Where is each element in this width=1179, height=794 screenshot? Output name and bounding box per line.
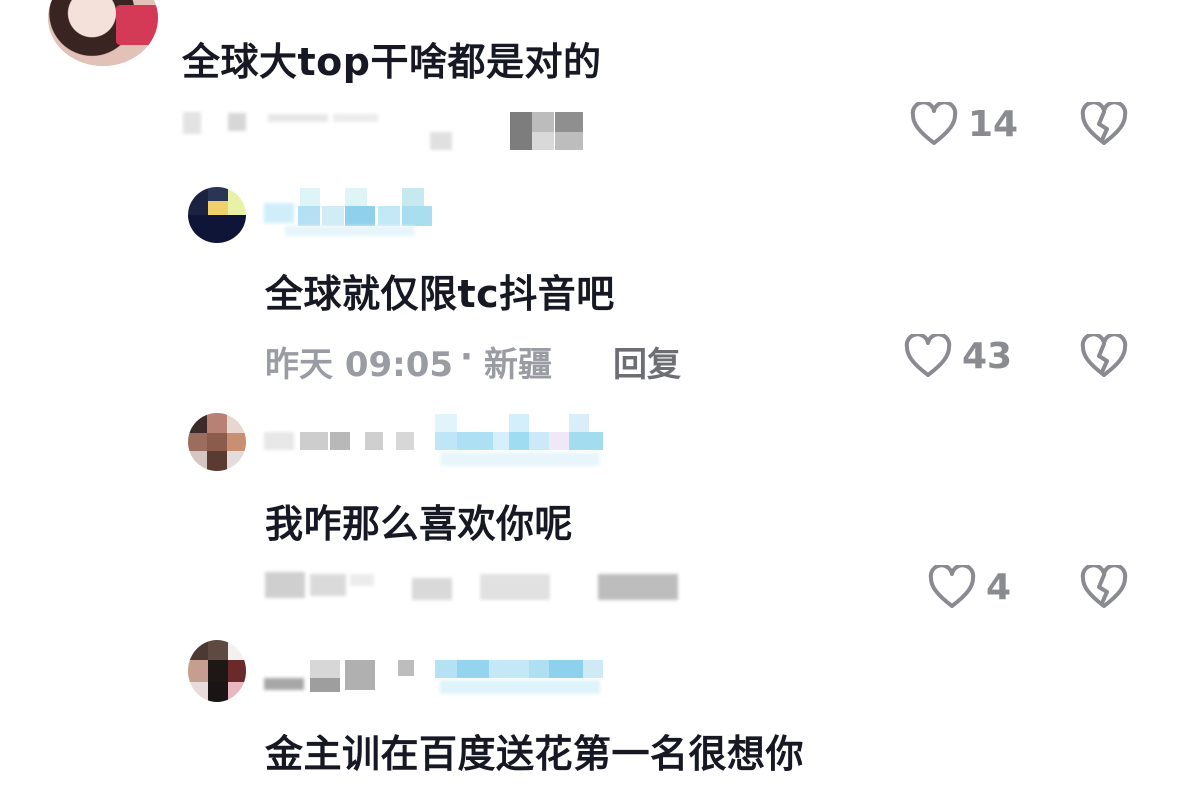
- broken-heart-icon: [1080, 102, 1128, 145]
- avatar[interactable]: [188, 640, 246, 702]
- comment-location: 新疆: [484, 345, 552, 385]
- avatar[interactable]: [48, 0, 158, 66]
- like-count: 14: [968, 103, 1019, 145]
- like-count: 4: [986, 566, 1012, 608]
- like-button[interactable]: 4: [928, 565, 1011, 609]
- dislike-button[interactable]: [1080, 334, 1128, 378]
- avatar[interactable]: [188, 413, 246, 471]
- comment-text: 全球就仅限tc抖音吧: [265, 272, 615, 316]
- broken-heart-icon: [1080, 334, 1128, 377]
- broken-heart-icon: [1080, 565, 1128, 608]
- meta-separator: ·: [460, 337, 473, 377]
- comment-time: 昨天 09:05: [265, 345, 454, 385]
- comment-text: 我咋那么喜欢你呢: [265, 502, 574, 546]
- dislike-button[interactable]: [1080, 102, 1128, 146]
- like-button[interactable]: 14: [910, 102, 1018, 146]
- like-button[interactable]: 43: [904, 334, 1012, 378]
- avatar[interactable]: [188, 187, 246, 243]
- heart-outline-icon: [904, 334, 952, 377]
- reply-button[interactable]: 回复: [613, 337, 681, 386]
- heart-outline-icon: [910, 102, 958, 145]
- heart-outline-icon: [928, 565, 976, 608]
- like-count: 43: [962, 335, 1013, 377]
- comment-text: 全球大top干啥都是对的: [182, 40, 602, 84]
- comment-text: 金主训在百度送花第一名很想你: [265, 732, 805, 776]
- dislike-button[interactable]: [1080, 565, 1128, 609]
